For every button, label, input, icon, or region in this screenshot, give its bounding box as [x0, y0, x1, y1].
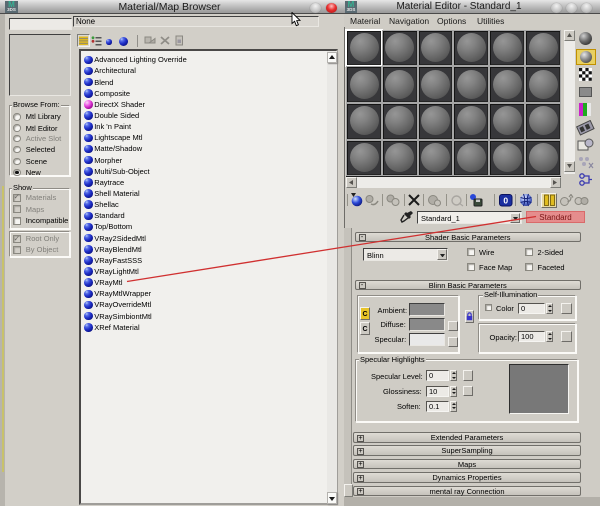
svg-text:0: 0: [503, 195, 508, 205]
